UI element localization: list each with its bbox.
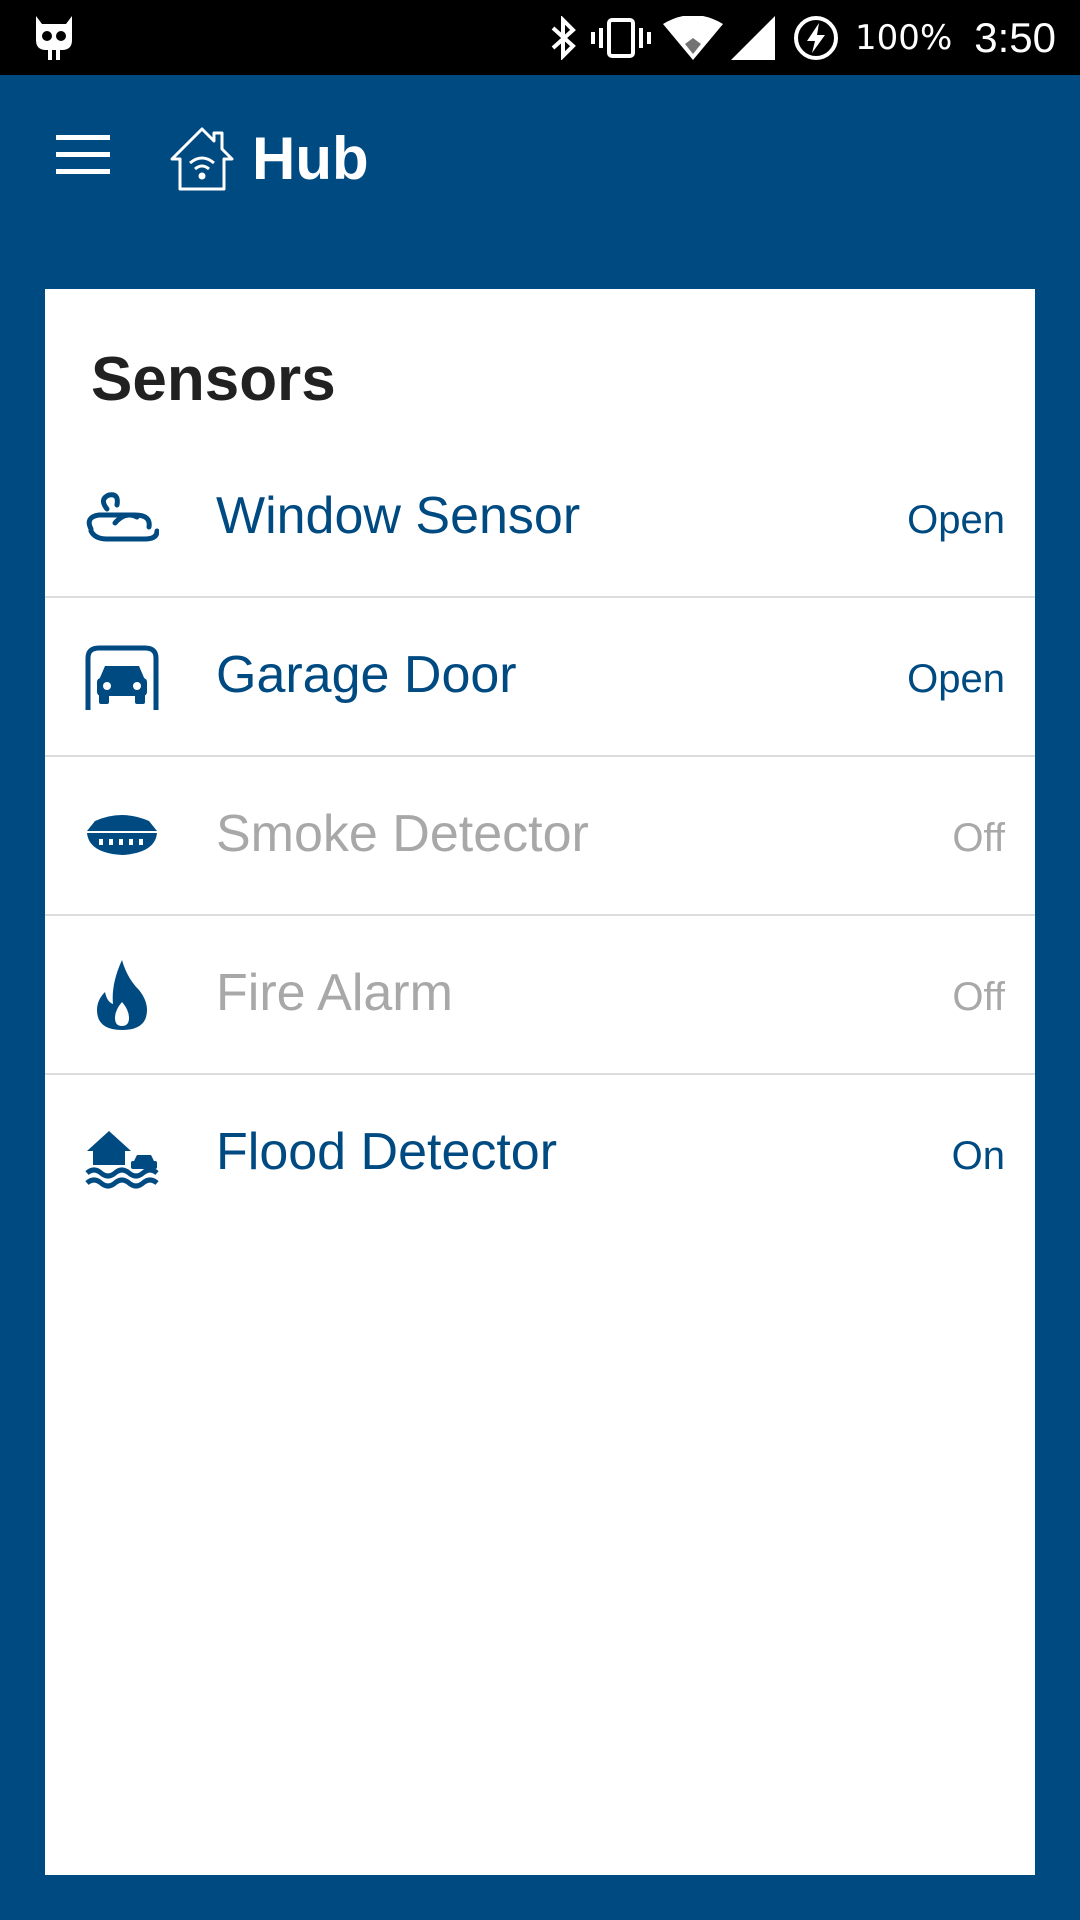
battery-percentage: 100% <box>855 17 953 58</box>
sensor-name: Flood Detector <box>216 1123 558 1181</box>
smoke-detector-icon <box>87 815 157 855</box>
flame-icon <box>97 960 147 1030</box>
sensor-name: Garage Door <box>216 646 517 704</box>
card-title: Sensors <box>91 345 336 414</box>
cell-signal-icon <box>731 15 776 60</box>
sensor-row-garage-door[interactable]: Garage Door Open <box>45 598 1035 757</box>
sensor-state: Off <box>952 816 1005 860</box>
sensor-list: Window Sensor Open Garage Door Open Smok… <box>45 439 1035 1232</box>
bluetooth-icon <box>551 15 576 60</box>
wifi-icon <box>663 15 724 60</box>
app-title: Hub <box>252 125 369 192</box>
hamburger-menu-icon[interactable] <box>50 127 116 183</box>
cyanogen-robot-icon <box>36 16 72 60</box>
status-icons: 100% 3:50 <box>547 0 1056 75</box>
clock: 3:50 <box>974 13 1056 61</box>
sensor-row-window-sensor[interactable]: Window Sensor Open <box>45 439 1035 598</box>
sensor-name: Fire Alarm <box>216 964 453 1022</box>
sensor-state: Open <box>907 657 1005 701</box>
sensor-state: Open <box>907 498 1005 542</box>
battery-charging-icon <box>794 15 839 60</box>
flood-house-icon <box>85 1131 159 1189</box>
vibrate-icon <box>591 17 652 58</box>
garage-car-icon <box>85 645 159 710</box>
sensor-state: On <box>951 1134 1005 1178</box>
sensor-row-flood-detector[interactable]: Flood Detector On <box>45 1075 1035 1232</box>
sensor-name: Smoke Detector <box>216 805 589 863</box>
sensor-state: Off <box>952 975 1005 1019</box>
sensor-row-fire-alarm[interactable]: Fire Alarm Off <box>45 916 1035 1075</box>
smart-home-icon <box>170 127 234 191</box>
sensor-name: Window Sensor <box>216 487 581 545</box>
sensors-card: Sensors Window Sensor Open Garage Door O… <box>45 289 1035 1875</box>
status-bar: 100% 3:50 <box>0 0 1080 75</box>
sensor-row-smoke-detector[interactable]: Smoke Detector Off <box>45 757 1035 916</box>
wind-icon <box>86 492 159 542</box>
app-bar: Hub <box>0 75 1080 245</box>
